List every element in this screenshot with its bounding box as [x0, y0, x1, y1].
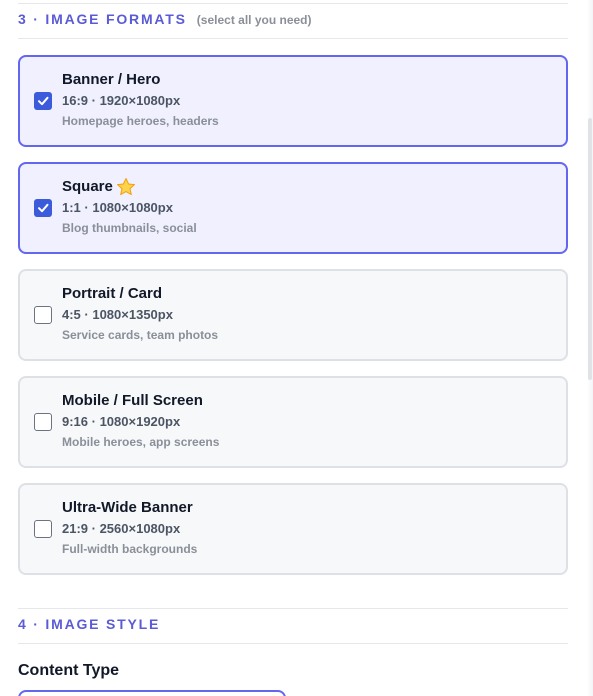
format-option-card[interactable]: Mobile / Full Screen 9:16 · 1080×1920px Mo… [18, 376, 568, 468]
section-4-top-divider [18, 608, 568, 609]
format-name: Mobile / Full Screen [62, 391, 219, 411]
section-4-header: 4 · IMAGE STYLE [18, 616, 568, 632]
format-checkbox[interactable] [34, 413, 52, 431]
format-name-text: Portrait / Card [62, 285, 163, 302]
format-usage: Mobile heroes, app screens [62, 435, 220, 449]
section-3-divider [18, 38, 568, 39]
format-checkbox[interactable] [34, 199, 52, 217]
star-icon [116, 177, 136, 197]
format-usage: Full-width backgrounds [62, 542, 198, 556]
section-3-title: 3 · IMAGE FORMATS [18, 11, 187, 27]
format-checkbox[interactable] [34, 520, 52, 538]
format-spec: 1:1 · 1080×1080px [62, 200, 173, 215]
format-name-text: Square [62, 178, 113, 195]
content-type-select[interactable] [18, 690, 286, 696]
format-option-card[interactable]: Portrait / Card 4:5 · 1080×1350px Service … [18, 269, 568, 361]
top-divider [18, 3, 568, 4]
format-option-card[interactable]: Ultra-Wide Banner 21:9 · 2560×1080px Full-… [18, 483, 568, 575]
checkmark-icon [38, 203, 49, 213]
format-checkbox[interactable] [34, 92, 52, 110]
format-checkbox[interactable] [34, 306, 52, 324]
format-name-text: Ultra-Wide Banner [62, 499, 193, 516]
scrollbar-thumb[interactable] [588, 118, 592, 380]
format-name: Square [62, 177, 197, 197]
content-type-label: Content Type [18, 662, 120, 679]
section-4-divider [18, 643, 568, 644]
format-name-text: Mobile / Full Screen [62, 392, 203, 409]
format-spec: 4:5 · 1080×1350px [62, 307, 173, 322]
format-spec: 21:9 · 2560×1080px [62, 521, 181, 536]
format-options-list: Banner / Hero 16:9 · 1920×1080px Homepage … [18, 55, 568, 590]
format-text: Ultra-Wide Banner 21:9 · 2560×1080px Full-… [62, 498, 197, 557]
format-name: Portrait / Card [62, 284, 218, 304]
section-3-hint: (select all you need) [196, 13, 312, 27]
format-name: Banner / Hero [62, 70, 219, 90]
format-usage: Blog thumbnails, social [62, 221, 197, 235]
section-4-title: 4 · IMAGE STYLE [18, 616, 161, 632]
format-text: Mobile / Full Screen 9:16 · 1080×1920px Mo… [62, 391, 219, 450]
section-3-header: 3 · IMAGE FORMATS (select all you need) [18, 11, 568, 27]
format-name-text: Banner / Hero [62, 71, 161, 88]
checkmark-icon [38, 96, 49, 106]
format-usage: Service cards, team photos [62, 328, 219, 342]
format-spec: 9:16 · 1080×1920px [62, 414, 181, 429]
format-spec: 16:9 · 1920×1080px [62, 93, 181, 108]
format-text: Square 1:1 · 1080×1080px Blog thumbnails, … [62, 177, 197, 236]
format-text: Portrait / Card 4:5 · 1080×1350px Service … [62, 284, 218, 343]
format-option-card[interactable]: Banner / Hero 16:9 · 1920×1080px Homepage … [18, 55, 568, 147]
image-request-form: 3 · IMAGE FORMATS (select all you need) … [0, 0, 593, 696]
format-name: Ultra-Wide Banner [62, 498, 197, 518]
format-usage: Homepage heroes, headers [62, 114, 219, 128]
format-text: Banner / Hero 16:9 · 1920×1080px Homepage … [62, 70, 219, 129]
format-option-card[interactable]: Square 1:1 · 1080×1080px Blog thumbnails, … [18, 162, 568, 254]
